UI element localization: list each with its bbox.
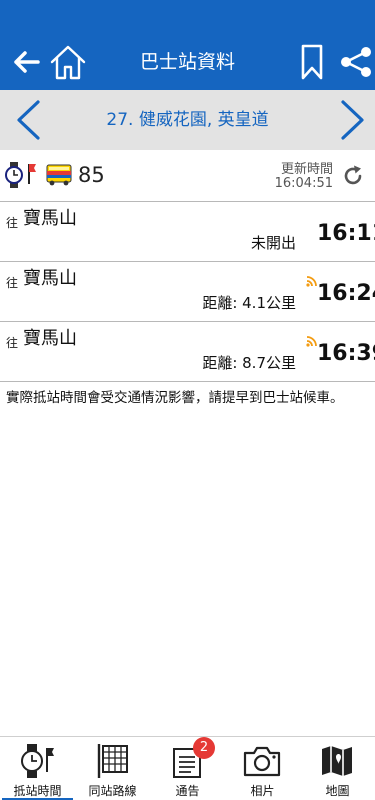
eta-info: 距離: 4.1公里 <box>202 294 296 312</box>
watch-flag-icon <box>5 162 36 188</box>
bottom-tab-bar: 抵站時間 同站路線 通告 2 相片 地圖 <box>0 736 375 800</box>
notification-badge: 2 <box>193 737 215 759</box>
back-button[interactable] <box>4 40 48 84</box>
refresh-button[interactable] <box>339 162 367 190</box>
eta-info: 距離: 8.7公里 <box>202 354 296 372</box>
route-number: 85 <box>78 163 105 187</box>
arrow-left-icon <box>14 51 40 73</box>
update-time-label: 更新時間 <box>280 162 333 177</box>
eta-time: 16:39 <box>317 341 375 366</box>
bookmark-button[interactable] <box>290 40 334 84</box>
eta-to-label: 往 <box>6 336 19 350</box>
eta-destination: 寶馬山 <box>23 268 77 289</box>
tab-map[interactable]: 地圖 <box>300 737 375 800</box>
tab-label: 同站路線 <box>88 784 137 798</box>
prev-stop-button[interactable] <box>8 96 48 144</box>
eta-to-label: 往 <box>6 216 19 230</box>
camera-icon <box>242 741 282 781</box>
eta-time: 16:11 <box>317 221 375 246</box>
home-icon <box>50 45 86 80</box>
route-board-icon <box>92 741 132 781</box>
app-root: 巴士站資料 27. 健威花園, 英皇道 85 更新時間 16:04:51 往 寶… <box>0 0 375 800</box>
next-stop-button[interactable] <box>333 96 373 144</box>
tab-arrival-time[interactable]: 抵站時間 <box>0 737 75 800</box>
map-icon <box>317 741 357 781</box>
tab-same-stop-routes[interactable]: 同站路線 <box>75 737 150 800</box>
eta-row[interactable]: 往 寶馬山 未開出 16:11 <box>0 202 375 262</box>
tab-label: 相片 <box>250 784 275 798</box>
disclaimer-notice: 實際抵站時間會受交通情況影響，請提早到巴士站候車。 <box>6 390 344 406</box>
tab-photos[interactable]: 相片 <box>225 737 300 800</box>
chevron-right-icon <box>341 100 364 140</box>
eta-time: 16:24 <box>317 281 375 306</box>
eta-row[interactable]: 往 寶馬山 距離: 8.7公里 16:39 <box>0 322 375 382</box>
app-header: 巴士站資料 <box>0 0 375 90</box>
share-button[interactable] <box>334 40 375 84</box>
bookmark-icon <box>301 44 323 80</box>
eta-to-label: 往 <box>6 276 19 290</box>
eta-info: 未開出 <box>250 234 296 252</box>
route-bar: 85 更新時間 16:04:51 <box>0 150 375 202</box>
stop-nav-bar: 27. 健威花園, 英皇道 <box>0 90 375 150</box>
tab-label: 地圖 <box>325 784 350 798</box>
share-icon <box>341 47 371 77</box>
tab-label: 抵站時間 <box>13 784 62 798</box>
bus-icon <box>46 164 72 186</box>
eta-destination: 寶馬山 <box>23 208 77 229</box>
stop-name: 27. 健威花園, 英皇道 <box>106 110 269 130</box>
tab-label: 通告 <box>175 784 200 798</box>
eta-destination: 寶馬山 <box>23 328 77 349</box>
chevron-left-icon <box>17 100 40 140</box>
eta-row[interactable]: 往 寶馬山 距離: 4.1公里 16:24 <box>0 262 375 322</box>
update-time-value: 16:04:51 <box>274 176 333 191</box>
page-title: 巴士站資料 <box>139 51 235 73</box>
watch-flag-icon <box>17 741 57 781</box>
home-button[interactable] <box>46 40 90 84</box>
refresh-icon <box>344 165 362 185</box>
